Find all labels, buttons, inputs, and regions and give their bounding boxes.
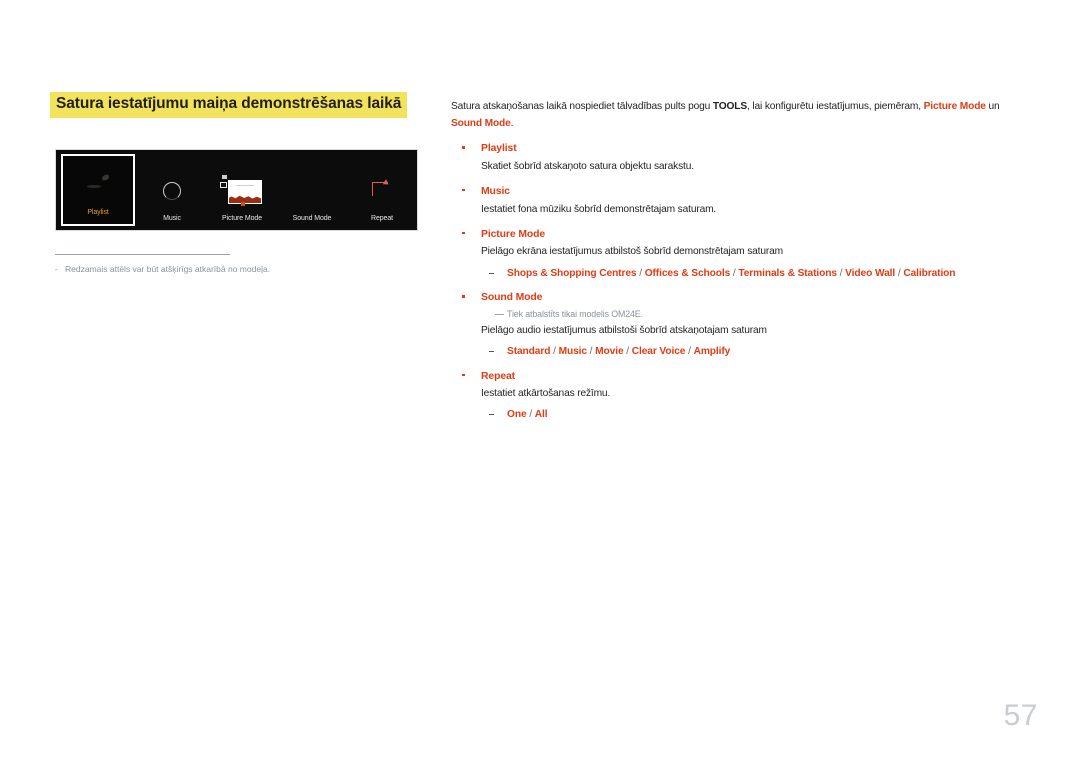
sub-options-list: Standard / Music / Movie / Clear Voice /… [507, 346, 731, 358]
bullet-dot-icon [462, 231, 465, 235]
sub-options-list: Shops & Shopping Centres / Offices & Sch… [507, 267, 956, 279]
picture-mode-icon [220, 175, 264, 209]
device-menu-label: Sound Mode [292, 215, 332, 222]
list-item-label: Repeat [481, 370, 516, 382]
device-menu-item-playlist[interactable]: Playlist [61, 154, 135, 226]
music-circle-icon [150, 175, 194, 209]
device-menu-item-sound-mode[interactable]: Sound Mode [277, 150, 347, 230]
device-menu-item-repeat[interactable]: Repeat [347, 150, 417, 230]
model-support-note-row: Tiek atbalstīts tikai modelis OM24E. [481, 308, 1031, 321]
sub-options-row: Standard / Music / Movie / Clear Voice /… [481, 344, 1031, 359]
playlist-thumbnail-icon [76, 169, 120, 203]
bullet-dot-icon [462, 373, 465, 376]
list-item-repeat: Repeat Iestatiet atkārtošanas režīmu. On… [451, 369, 1031, 423]
figure-note-text: Redzamais attēls var būt atšķirīgs atkar… [65, 264, 271, 274]
list-item-label: Sound Mode [481, 292, 543, 304]
section-title: Satura iestatījumu maiņa demonstrēšanas … [50, 92, 408, 118]
intro-sound-mode-keyword: Sound Mode [451, 117, 511, 129]
repeat-arrow-icon [360, 175, 404, 209]
sub-dash-icon [489, 272, 494, 274]
device-menu-label: Music [163, 215, 181, 222]
figure-note-divider [55, 254, 230, 255]
sub-dash-icon [489, 414, 494, 416]
note-dash-icon [495, 313, 504, 315]
figure-note: - Redzamais attēls var būt atšķirīgs atka… [55, 264, 385, 276]
figure-note-dash: - [55, 264, 58, 274]
list-item-music: Music Iestatiet fona mūziku šobrīd demon… [451, 184, 1031, 218]
sub-options-row: Shops & Shopping Centres / Offices & Sch… [481, 266, 1031, 281]
bullet-dot-icon [462, 146, 465, 149]
device-menu-bar: Playlist Music Picture Mode Sound Mode R… [56, 150, 417, 230]
bullet-dot-icon [462, 295, 465, 298]
sub-dash-icon [489, 351, 494, 353]
intro-text-part4: . [510, 117, 514, 129]
list-item-label: Picture Mode [481, 228, 546, 240]
list-item-description: Skatiet šobrīd atskaņoto satura objektu … [481, 160, 694, 172]
bullet-dot-icon [462, 188, 465, 192]
intro-paragraph: Satura atskaņošanas laikā nospiediet tāl… [451, 99, 1031, 132]
device-menu-item-picture-mode[interactable]: Picture Mode [207, 150, 277, 230]
intro-text-part2: , lai konfigurētu iestatījumus, piemēram… [747, 101, 924, 112]
device-menu-label: Repeat [371, 215, 393, 222]
list-item-description: Iestatiet atkārtošanas režīmu. [481, 388, 611, 400]
sub-options-list: One / All [507, 409, 548, 421]
sub-options-row: One / All [481, 407, 1031, 422]
device-screenshot-figure: Playlist Music Picture Mode Sound Mode R… [55, 149, 418, 231]
list-item-sound-mode: Sound Mode Tiek atbalstīts tikai modelis… [451, 290, 1031, 359]
intro-picture-mode-keyword: Picture Mode [923, 101, 986, 112]
right-content-column: Satura atskaņošanas laikā nospiediet tāl… [451, 99, 1031, 423]
sound-mode-icon [290, 175, 334, 209]
list-item-description: Iestatiet fona mūziku šobrīd demonstrēta… [481, 203, 717, 215]
left-content-column: Satura iestatījumu maiņa demonstrēšanas … [50, 92, 430, 274]
device-menu-item-music[interactable]: Music [137, 150, 207, 230]
list-item-description: Pielāgo audio iestatījumus atbilstoši šo… [481, 324, 767, 336]
intro-tools-keyword: TOOLS [712, 101, 748, 112]
list-item-picture-mode: Picture Mode Pielāgo ekrāna iestatījumus… [451, 227, 1031, 281]
device-menu-label: Picture Mode [221, 215, 263, 222]
page-number: 57 [1003, 699, 1038, 732]
intro-text-part3: un [985, 101, 1000, 112]
intro-text-part1: Satura atskaņošanas laikā nospiediet tāl… [451, 101, 713, 112]
model-support-note: Tiek atbalstīts tikai modelis OM24E. [507, 308, 643, 319]
list-item-label: Playlist [481, 143, 517, 155]
list-item-label: Music [481, 185, 510, 197]
device-menu-label: Playlist [87, 209, 109, 216]
list-item-description: Pielāgo ekrāna iestatījumus atbilstoš šo… [481, 246, 783, 258]
list-item-playlist: Playlist Skatiet šobrīd atskaņoto satura… [451, 141, 1031, 175]
